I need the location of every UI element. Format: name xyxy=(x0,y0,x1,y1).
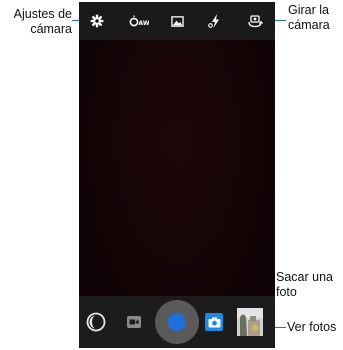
gear-icon xyxy=(90,14,104,28)
label-take-photo-text: Sacar una foto xyxy=(276,270,333,299)
label-switch-camera: Girar la cámara xyxy=(288,3,343,33)
panorama-mode-button[interactable] xyxy=(86,312,106,332)
switch-camera-button[interactable] xyxy=(245,11,265,31)
white-balance-text: AW xyxy=(139,20,150,27)
label-camera-settings-text: Ajustes de cámara xyxy=(13,7,72,36)
shutter-button[interactable] xyxy=(155,300,199,344)
scene-mode-icon xyxy=(170,15,184,27)
video-mode-button[interactable] xyxy=(126,314,142,330)
flash-button[interactable] xyxy=(205,11,225,31)
camera-bottom-bar xyxy=(79,296,275,348)
flash-icon xyxy=(208,14,219,28)
switch-camera-icon xyxy=(248,15,263,28)
thumbnail-image xyxy=(237,308,263,336)
camera-screen: AW xyxy=(79,2,275,348)
camera-settings-button[interactable] xyxy=(87,11,107,31)
viewfinder[interactable] xyxy=(79,40,275,296)
photo-mode-button[interactable] xyxy=(205,313,223,331)
label-take-photo: Sacar una foto xyxy=(276,270,342,300)
scene-mode-button[interactable] xyxy=(167,11,187,31)
white-balance-icon: AW xyxy=(129,15,150,27)
label-view-photos-text: Ver fotos xyxy=(287,320,337,334)
gallery-thumbnail[interactable] xyxy=(237,308,263,336)
panorama-mode-icon xyxy=(86,312,106,332)
shutter-inner-circle xyxy=(168,313,186,331)
video-mode-icon xyxy=(127,316,141,328)
label-view-photos: Ver fotos xyxy=(287,320,343,335)
white-balance-button[interactable]: AW xyxy=(128,11,150,31)
camera-top-bar: AW xyxy=(79,2,275,40)
label-camera-settings: Ajustes de cámara xyxy=(2,7,72,37)
label-switch-camera-text: Girar la cámara xyxy=(288,3,330,32)
photo-mode-icon xyxy=(208,317,220,327)
